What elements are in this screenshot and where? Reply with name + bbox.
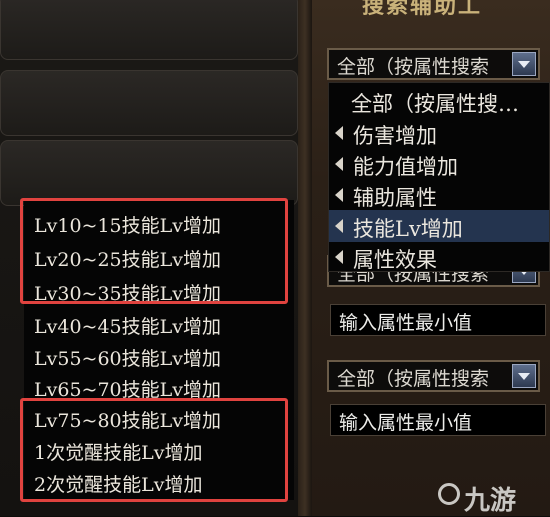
menu-item-support[interactable]: 辅助属性 [329, 179, 549, 211]
min-value-input[interactable]: 输入属性最小值 [330, 304, 546, 336]
attribute-dropdown-3[interactable]: 全部（按属性搜索 [327, 360, 540, 392]
highlight-box-bottom [20, 398, 288, 502]
menu-item-label: 技能Lv增加 [353, 217, 463, 241]
menu-item-damage[interactable]: 伤害增加 [329, 117, 549, 149]
panel-title: 搜索辅助工 [362, 0, 483, 19]
panel-divider [298, 0, 312, 516]
menu-item-label: 伤害增加 [353, 124, 437, 148]
input-placeholder: 输入属性最小值 [339, 412, 473, 434]
dropdown-value: 全部（按属性搜索 [337, 368, 490, 390]
chevron-down-icon[interactable] [512, 364, 536, 388]
chevron-down-icon[interactable] [512, 52, 536, 76]
triangle-left-icon [335, 219, 343, 233]
dropdown-value: 全部（按属性搜索 [337, 56, 490, 78]
list-item[interactable]: Lv55~60技能Lv增加 [34, 344, 221, 371]
menu-item-stats[interactable]: 能力值增加 [329, 148, 549, 180]
triangle-left-icon [335, 250, 343, 264]
watermark: 九游 [464, 486, 517, 516]
highlight-box-top [20, 198, 288, 304]
logo-icon [438, 483, 460, 505]
menu-item-label: 属性效果 [353, 248, 437, 272]
result-row[interactable] [0, 0, 298, 60]
list-item[interactable]: Lv40~45技能Lv增加 [34, 312, 221, 339]
menu-item-label: 辅助属性 [353, 186, 437, 210]
menu-item-all[interactable]: 全部（按属性搜… [329, 85, 549, 117]
input-placeholder: 输入属性最小值 [339, 312, 473, 334]
triangle-left-icon [335, 126, 343, 140]
attribute-dropdown[interactable]: 全部（按属性搜索 [327, 48, 540, 80]
triangle-left-icon [335, 188, 343, 202]
menu-item-label: 能力值增加 [353, 155, 458, 179]
min-value-input-2[interactable]: 输入属性最小值 [330, 404, 546, 436]
result-row[interactable] [0, 70, 298, 136]
menu-item-skill-lv[interactable]: 技能Lv增加 [329, 210, 549, 242]
triangle-left-icon [335, 157, 343, 171]
menu-item-label: 全部（按属性搜… [351, 92, 519, 116]
menu-item-element[interactable]: 属性效果 [329, 241, 549, 273]
result-row[interactable] [0, 140, 298, 206]
attribute-menu: 全部（按属性搜… 伤害增加 能力值增加 辅助属性 技能Lv增加 属性效果 [328, 82, 550, 272]
